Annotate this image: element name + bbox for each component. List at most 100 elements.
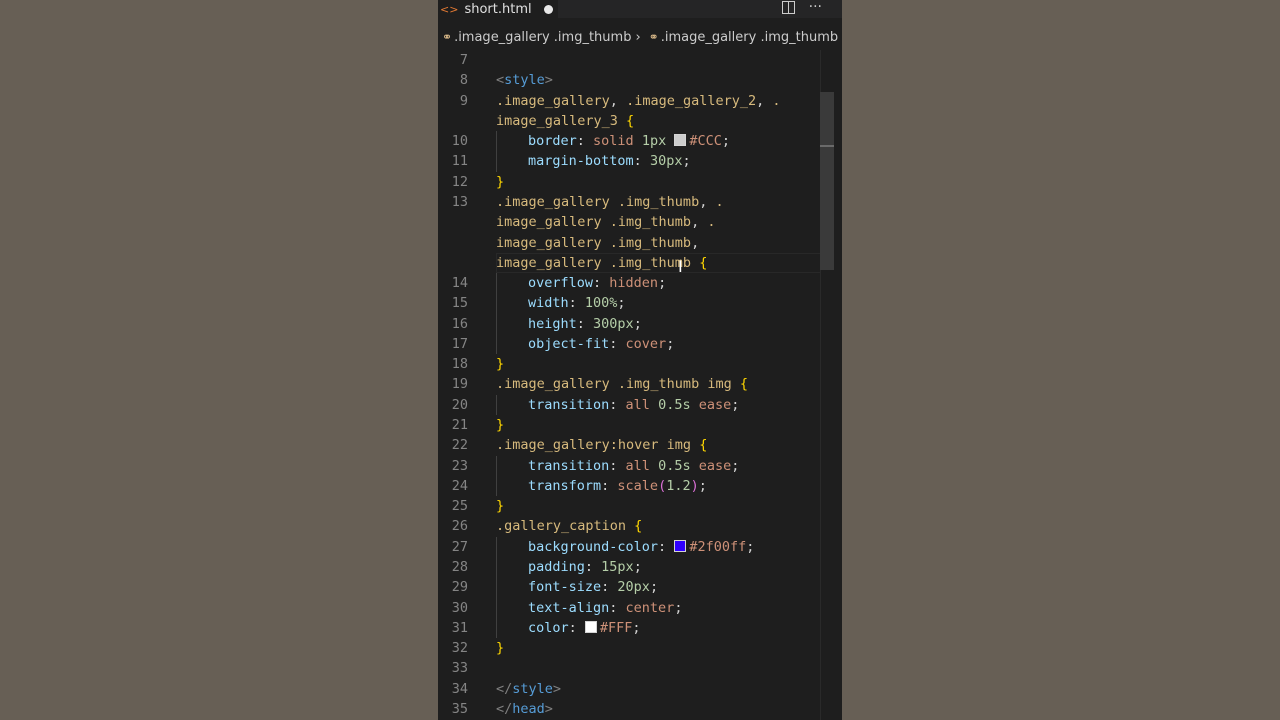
code-line[interactable]: 19 .image_gallery .img_thumb img {: [438, 374, 818, 394]
code-line[interactable]: 15 width: 100%;: [438, 293, 818, 313]
code-line[interactable]: 33: [438, 658, 818, 678]
code-text: image_gallery_3 {: [496, 111, 634, 131]
code-line[interactable]: 10 border: solid 1px #CCC;: [438, 131, 818, 151]
code-line[interactable]: 26 .gallery_caption {: [438, 516, 818, 536]
line-number: 15: [451, 295, 468, 312]
code-token: :: [658, 538, 675, 555]
line-number: 20: [451, 396, 468, 413]
code-token: padding: [528, 559, 585, 575]
line-number: 11: [451, 153, 468, 170]
color-swatch[interactable]: [584, 620, 597, 633]
code-token: :: [576, 133, 594, 150]
color-swatch[interactable]: [674, 134, 687, 147]
code-token: >: [552, 680, 562, 697]
code-line[interactable]: 21}: [438, 415, 818, 435]
code-line[interactable]: 31 color: #FFF;: [438, 618, 818, 638]
breadcrumb-item[interactable]: .image_gallery .img_thumb: [661, 30, 838, 45]
breadcrumb: ⚭ .image_gallery .img_thumb › ⚭ .image_g…: [438, 26, 842, 48]
unsaved-dot-icon[interactable]: [543, 4, 553, 14]
editor-actions: ···: [781, 0, 822, 15]
code-text: text-align: center;: [496, 598, 682, 618]
code-line[interactable]: 13 .image_gallery .img_thumb, .: [438, 192, 818, 212]
code-line[interactable]: 28 padding: 15px;: [438, 557, 818, 577]
code-line[interactable]: 9 .image_gallery, .image_gallery_2, .: [438, 91, 818, 111]
code-token: #2f00ff: [689, 538, 747, 555]
code-token: :: [576, 315, 594, 332]
code-token: :: [568, 619, 585, 636]
split-editor-icon[interactable]: [781, 1, 795, 14]
html-file-icon: <>: [440, 2, 459, 16]
code-area[interactable]: 7 8 <style> 9 .image_gallery, .image_gallery…: [438, 50, 842, 720]
code-line[interactable]: 27 background-color: #2f00ff;: [438, 537, 818, 557]
code-line[interactable]: 14 overflow: hidden;: [438, 273, 818, 293]
code-line[interactable]: 7: [438, 50, 818, 70]
code-line[interactable]: 34 </style>: [438, 679, 818, 699]
code-token: ;: [746, 538, 755, 555]
code-line[interactable]: 12}: [438, 172, 818, 192]
code-line[interactable]: 16 height: 300px;: [438, 314, 818, 334]
line-number: 8: [459, 72, 468, 89]
code-token: ;: [666, 335, 675, 352]
code-token: :: [593, 275, 610, 292]
code-text: image_gallery .img_thumb,: [496, 233, 699, 253]
code-line[interactable]: image_gallery .img_thumb {: [438, 253, 818, 273]
line-number: 29: [451, 579, 468, 596]
code-token: :: [633, 153, 650, 170]
code-text: .image_gallery .img_thumb, .: [496, 192, 724, 212]
code-token: #FFF: [599, 619, 633, 636]
code-line[interactable]: 30 text-align: center;: [438, 598, 818, 618]
more-actions-icon[interactable]: ···: [809, 0, 822, 15]
selector-icon: ⚭: [442, 30, 453, 44]
code-text: .image_gallery, .image_gallery_2, .: [496, 91, 781, 111]
code-line[interactable]: 8 <style>: [438, 70, 818, 90]
code-line[interactable]: 23 transition: all 0.5s ease;: [438, 456, 818, 476]
code-text: overflow: hidden;: [496, 273, 666, 293]
code-token: }: [496, 173, 505, 190]
code-token: }: [496, 417, 505, 434]
code-token: :: [584, 559, 602, 575]
code-token: .: [715, 193, 724, 210]
code-line[interactable]: 24 transform: scale(1.2);: [438, 476, 818, 496]
line-number: 27: [451, 538, 468, 555]
line-number: 32: [451, 640, 468, 657]
code-token: ;: [674, 599, 683, 616]
code-line[interactable]: 17 object-fit: cover;: [438, 334, 818, 354]
code-line[interactable]: 32}: [438, 638, 818, 658]
code-text: image_gallery .img_thumb {: [496, 253, 707, 273]
code-text: image_gallery .img_thumb, .: [496, 212, 715, 232]
code-editor: <> short.html ··· ⚭ .image_gallery .img_…: [438, 0, 842, 720]
code-line[interactable]: 11 margin-bottom: 30px;: [438, 151, 818, 171]
code-token: {: [739, 376, 748, 393]
code-token: ,: [756, 92, 773, 109]
code-token: style: [504, 72, 545, 89]
code-token: transform: [528, 477, 602, 494]
code-text: padding: 15px;: [496, 557, 642, 577]
code-token: ;: [731, 396, 740, 413]
code-text: <style>: [496, 70, 553, 90]
text-cursor-icon: I: [678, 257, 683, 276]
code-line[interactable]: 22 .image_gallery:hover img {: [438, 435, 818, 455]
code-line[interactable]: 18}: [438, 354, 818, 374]
code-line[interactable]: image_gallery .img_thumb, .: [438, 212, 818, 232]
code-line[interactable]: 29 font-size: 20px;: [438, 577, 818, 597]
code-line[interactable]: image_gallery .img_thumb,: [438, 233, 818, 253]
code-token: :: [601, 579, 618, 596]
line-number: 22: [451, 437, 468, 454]
code-line[interactable]: 25}: [438, 496, 818, 516]
editor-tab[interactable]: <> short.html: [438, 0, 558, 18]
code-token: {: [699, 437, 708, 454]
code-line[interactable]: image_gallery_3 {: [438, 111, 818, 131]
code-text: font-size: 20px;: [496, 577, 658, 597]
code-text: object-fit: cover;: [496, 334, 674, 354]
line-number: 10: [451, 133, 468, 150]
breadcrumb-item[interactable]: .image_gallery .img_thumb: [454, 30, 631, 45]
chevron-right-icon: ›: [635, 29, 641, 45]
code-line[interactable]: 35 </head>: [438, 699, 818, 719]
tab-filename: short.html: [464, 1, 532, 17]
code-token: 0.5s: [658, 396, 699, 413]
code-text: }: [496, 172, 504, 192]
code-text: background-color: #2f00ff;: [496, 537, 754, 557]
scrollbar-thumb[interactable]: [820, 92, 834, 270]
code-line[interactable]: 20 transition: all 0.5s ease;: [438, 395, 818, 415]
color-swatch[interactable]: [674, 539, 687, 552]
